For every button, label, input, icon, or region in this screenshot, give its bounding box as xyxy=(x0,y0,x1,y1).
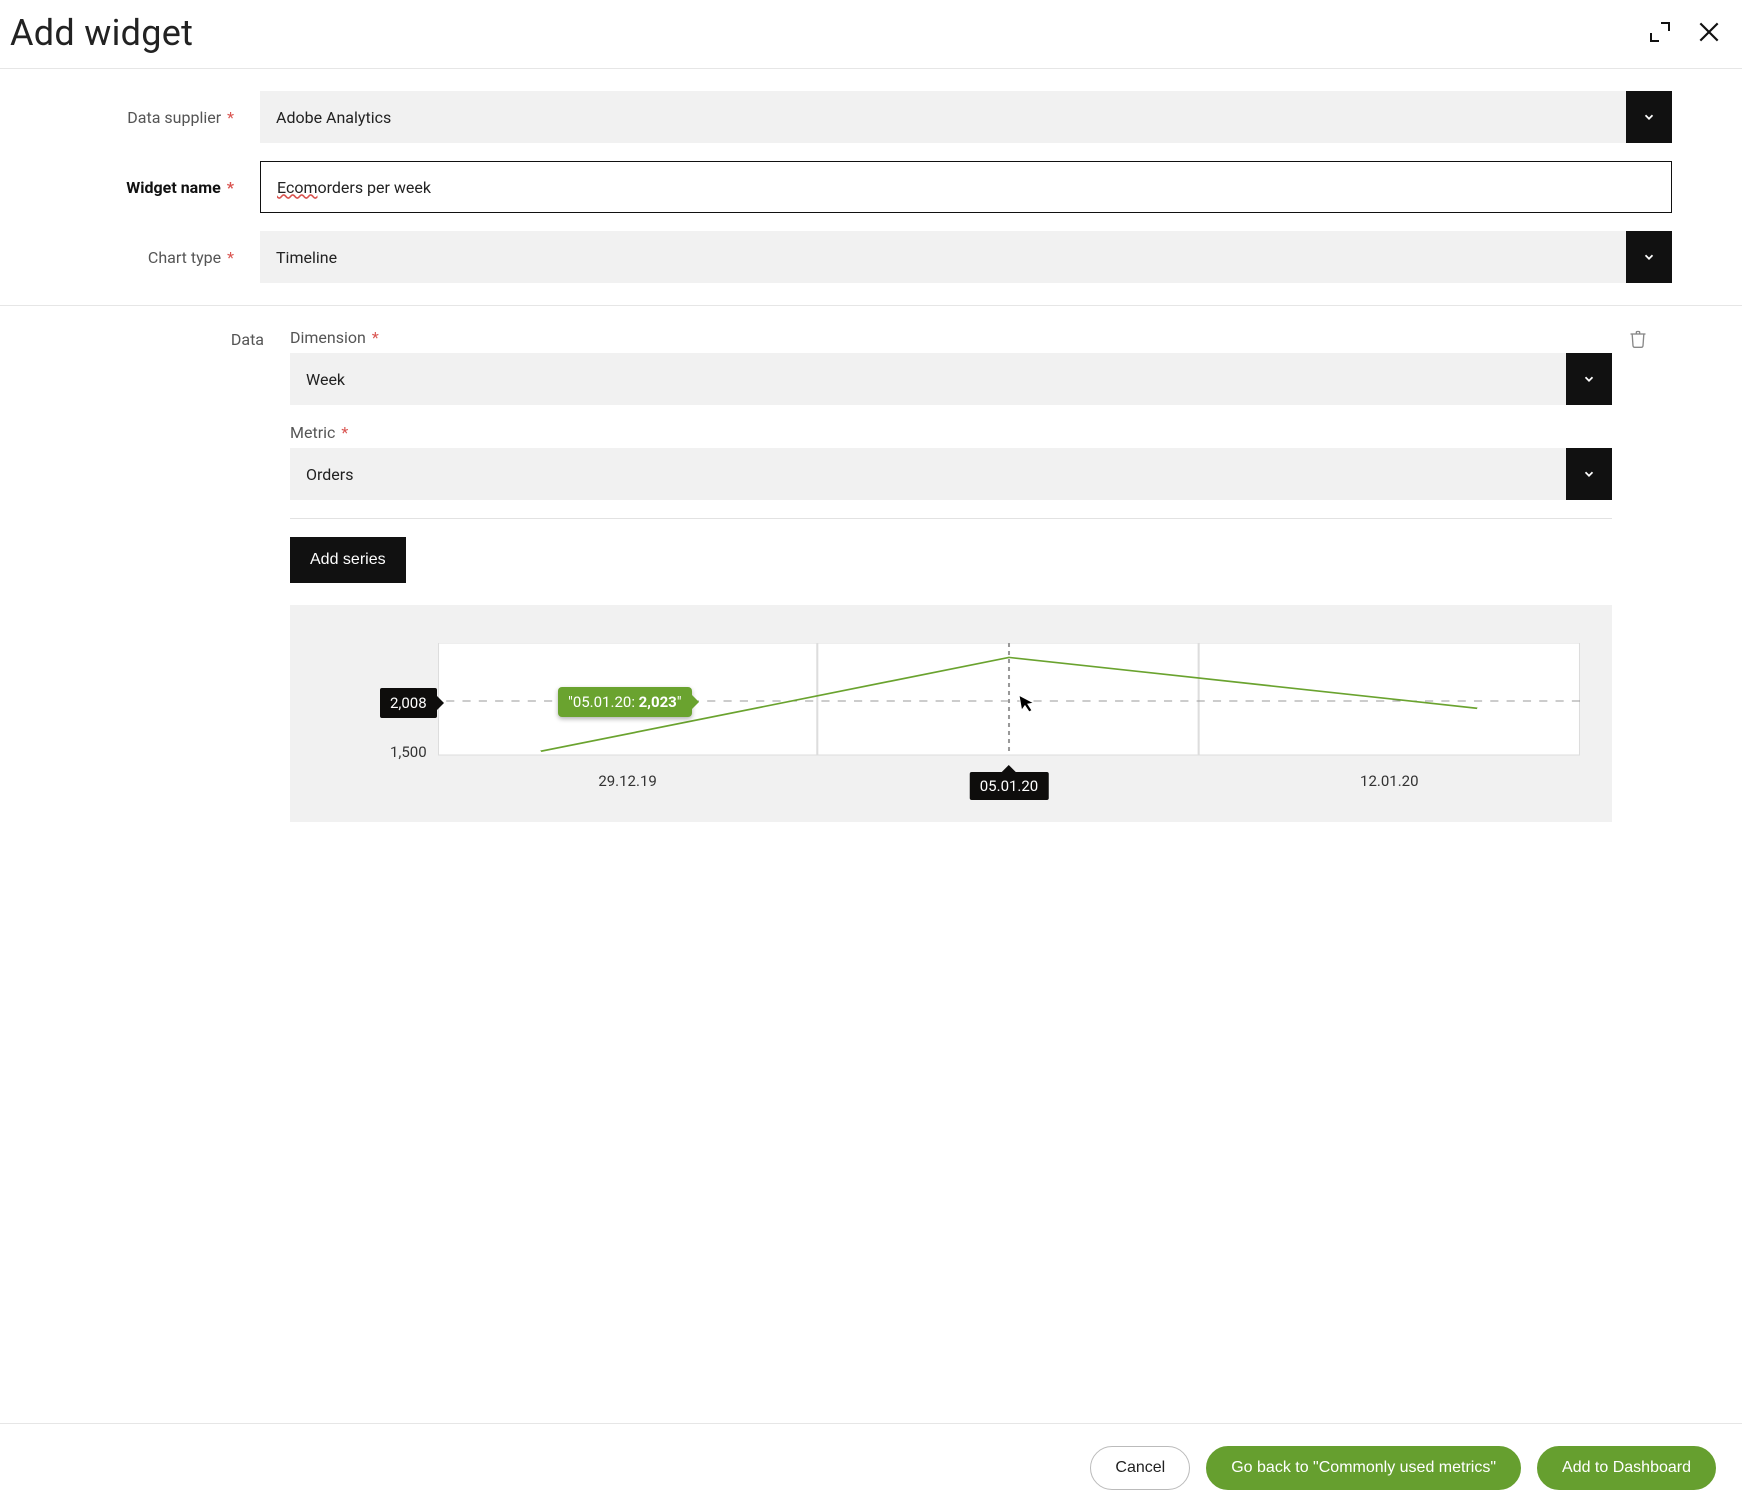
widget-name-input[interactable]: Ecom orders per week xyxy=(260,161,1672,213)
chevron-down-icon xyxy=(1566,448,1612,500)
chevron-down-icon xyxy=(1626,231,1672,283)
data-supplier-value: Adobe Analytics xyxy=(260,108,1626,127)
go-back-button[interactable]: Go back to "Commonly used metrics" xyxy=(1206,1446,1521,1490)
x-axis-tick: 12.01.20 xyxy=(1360,772,1419,790)
chevron-down-icon xyxy=(1566,353,1612,405)
dimension-value: Week xyxy=(290,370,1566,389)
y-axis-tick: 1,500 xyxy=(390,743,427,761)
close-button[interactable] xyxy=(1694,17,1724,50)
data-section-label: Data xyxy=(30,328,290,822)
delete-series-button[interactable] xyxy=(1626,326,1650,355)
chart-type-value: Timeline xyxy=(260,248,1626,267)
trash-icon xyxy=(1628,328,1648,350)
metric-value: Orders xyxy=(290,465,1566,484)
metric-select[interactable]: Orders xyxy=(290,448,1612,500)
chart-preview: 2,008 1,500 xyxy=(290,605,1612,822)
x-axis-tick: 29.12.19 xyxy=(598,772,657,790)
dimension-select[interactable]: Week xyxy=(290,353,1612,405)
chart-type-label: Chart type * xyxy=(30,248,260,267)
widget-name-label: Widget name * xyxy=(30,178,260,197)
expand-button[interactable] xyxy=(1646,18,1674,49)
data-supplier-select[interactable]: Adobe Analytics xyxy=(260,91,1672,143)
y-hover-badge: 2,008 xyxy=(380,688,437,718)
dialog-title: Add widget xyxy=(10,12,193,54)
x-hover-badge: 05.01.20 xyxy=(970,772,1049,800)
close-icon xyxy=(1696,19,1722,45)
expand-icon xyxy=(1648,20,1672,44)
dimension-label: Dimension * xyxy=(290,328,1612,347)
metric-label: Metric * xyxy=(290,423,1612,442)
data-supplier-label: Data supplier * xyxy=(30,108,260,127)
chart-type-select[interactable]: Timeline xyxy=(260,231,1672,283)
chart-tooltip: "05.01.20: 2,023" xyxy=(558,687,692,717)
chevron-down-icon xyxy=(1626,91,1672,143)
add-series-button[interactable]: Add series xyxy=(290,537,406,583)
cancel-button[interactable]: Cancel xyxy=(1090,1446,1190,1490)
add-to-dashboard-button[interactable]: Add to Dashboard xyxy=(1537,1446,1716,1490)
